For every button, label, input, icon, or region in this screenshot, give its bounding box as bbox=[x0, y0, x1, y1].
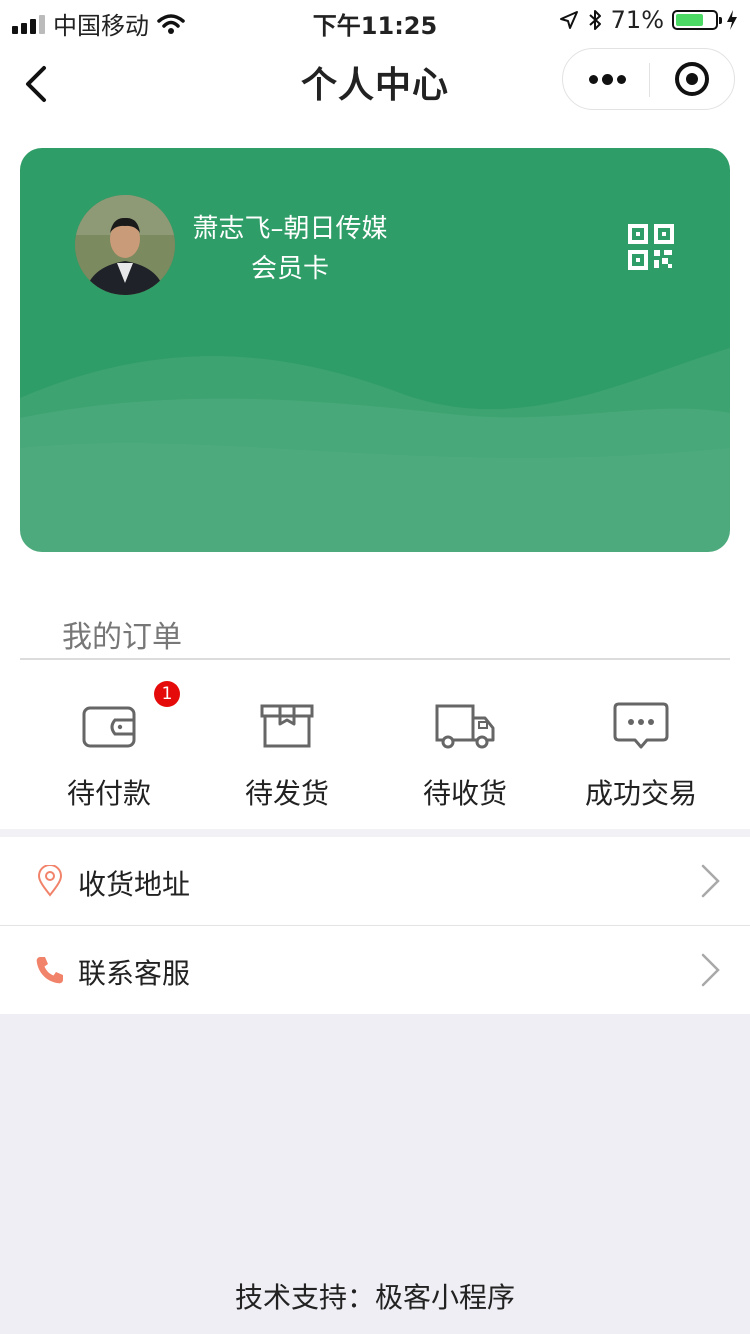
menu-row-contact-service[interactable]: 联系客服 bbox=[0, 926, 750, 1014]
charging-bolt-icon bbox=[727, 10, 737, 30]
order-pending-shipment[interactable]: 待发货 bbox=[198, 690, 376, 820]
order-label: 成功交易 bbox=[584, 777, 697, 810]
location-arrow-icon bbox=[559, 11, 578, 29]
status-bar: 中国移动 下午11:25 71% bbox=[0, 0, 750, 40]
avatar-photo bbox=[75, 195, 175, 295]
delivery-truck-icon bbox=[435, 704, 495, 749]
menu-row-shipping-address[interactable]: 收货地址 bbox=[0, 837, 750, 925]
phone-icon bbox=[36, 957, 63, 984]
avatar bbox=[75, 195, 175, 295]
battery-percentage: 71% bbox=[610, 6, 664, 34]
member-name: 萧志飞–朝日传媒 bbox=[192, 214, 388, 244]
unread-badge: 1 bbox=[154, 681, 180, 707]
order-label: 待收货 bbox=[422, 777, 507, 810]
order-completed[interactable]: 成功交易 bbox=[552, 690, 730, 820]
mini-program-capsule bbox=[562, 48, 735, 110]
more-dot bbox=[617, 75, 626, 84]
more-dots-icon[interactable] bbox=[563, 49, 649, 109]
target-circle-icon[interactable] bbox=[650, 49, 736, 109]
order-pending-payment[interactable]: 待付款 bbox=[20, 690, 198, 820]
status-right: 71% bbox=[559, 6, 738, 34]
more-dot bbox=[602, 74, 613, 85]
footer-tech-support: 技术支持：极客小程序 bbox=[234, 1281, 515, 1314]
chevron-right-icon bbox=[701, 864, 720, 898]
battery-icon bbox=[672, 10, 722, 30]
divider bbox=[20, 658, 730, 660]
location-pin-icon bbox=[37, 865, 63, 897]
navigation-bar: 个人中心 bbox=[0, 44, 750, 124]
order-label: 待付款 bbox=[66, 777, 151, 810]
section-gap bbox=[0, 829, 750, 837]
chevron-right-icon bbox=[701, 953, 720, 987]
wallet-icon bbox=[82, 706, 136, 748]
card-type-label: 会员卡 bbox=[250, 254, 329, 284]
menu-label: 收货地址 bbox=[78, 868, 191, 901]
menu-label: 联系客服 bbox=[78, 957, 191, 990]
chat-bubble-icon bbox=[613, 702, 669, 749]
battery-fill bbox=[676, 14, 703, 26]
order-label: 待发货 bbox=[244, 777, 329, 810]
qr-code-icon[interactable] bbox=[628, 224, 674, 270]
order-pending-receipt[interactable]: 待收货 bbox=[376, 690, 554, 820]
more-dot bbox=[589, 75, 598, 84]
bluetooth-icon bbox=[588, 10, 601, 30]
member-card[interactable]: 萧志飞–朝日传媒 会员卡 bbox=[20, 148, 730, 552]
orders-section-title: 我的订单 bbox=[62, 620, 182, 655]
package-box-icon bbox=[260, 704, 314, 748]
